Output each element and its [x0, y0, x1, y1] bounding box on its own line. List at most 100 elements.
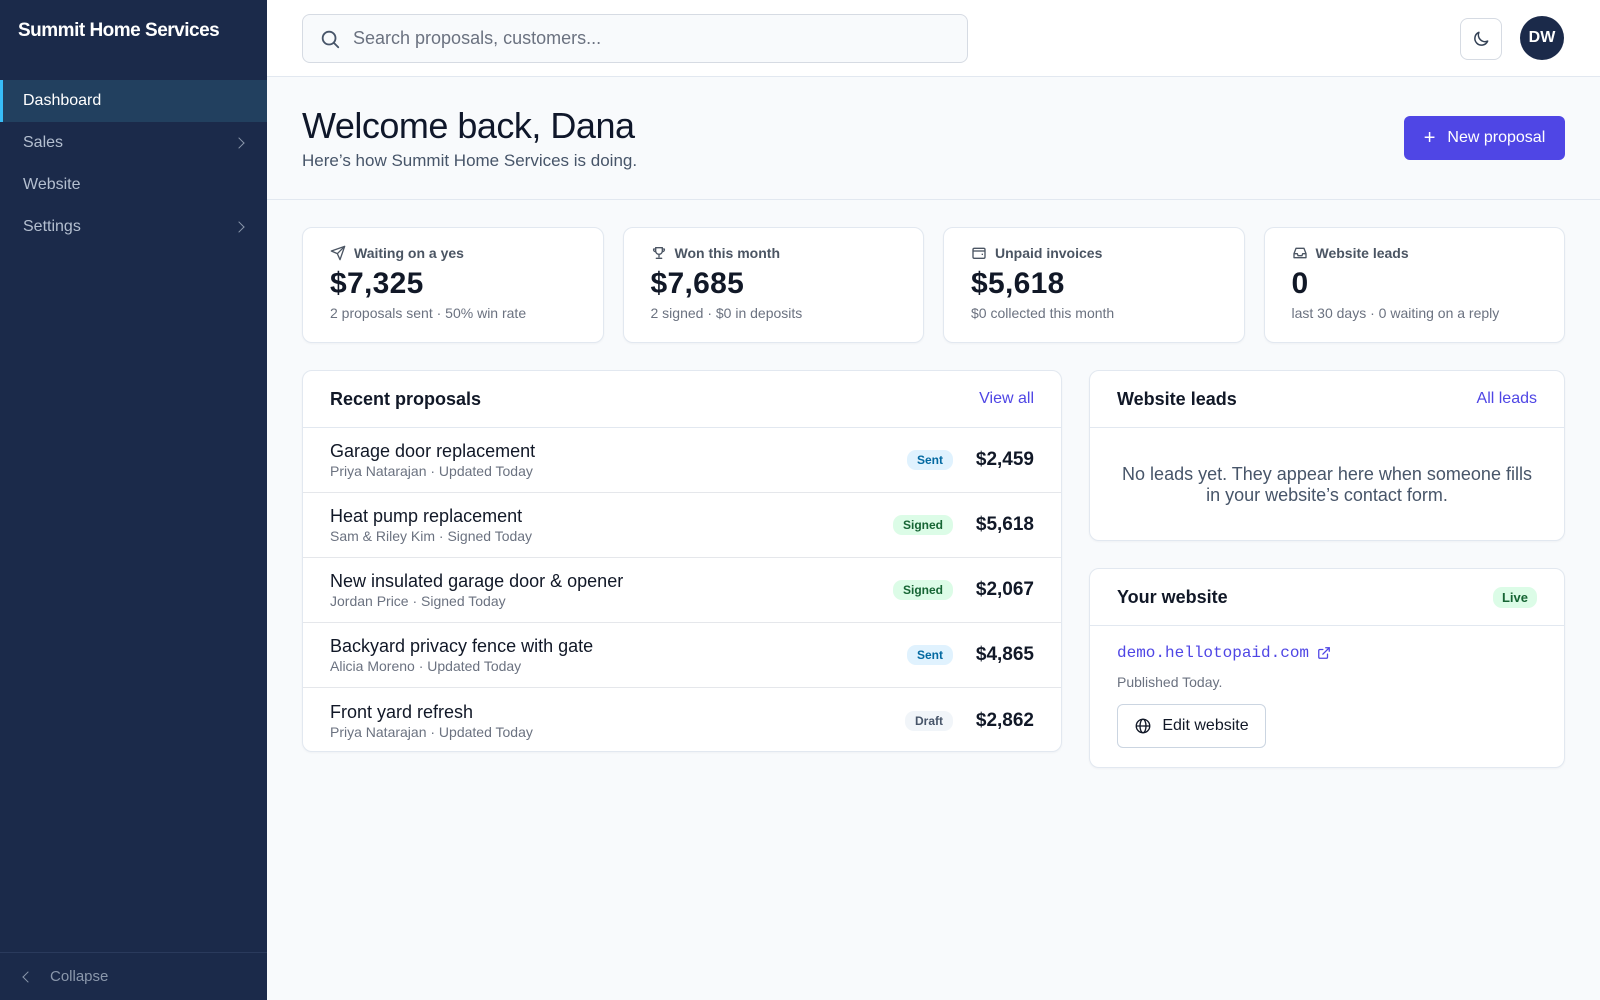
panel-header: Recent proposals View all — [303, 371, 1061, 428]
proposal-meta: Alicia Moreno · Updated Today — [330, 658, 522, 674]
website-leads-panel: Website leads All leads No leads yet. Th… — [1089, 370, 1565, 541]
stat-label-text: Won this month — [674, 245, 781, 261]
your-website-panel: Your website Live demo.hellotopaid.com P… — [1089, 568, 1565, 768]
send-icon — [330, 245, 346, 261]
chevron-right-icon — [233, 221, 245, 233]
panel-header: Website leads All leads — [1090, 371, 1564, 428]
sidebar-item-label: Website — [23, 176, 81, 193]
proposal-amount: $2,862 — [975, 709, 1034, 731]
user-avatar[interactable]: DW — [1520, 16, 1564, 60]
page-subtitle: Here’s how Summit Home Services is doing… — [302, 151, 638, 170]
stat-sub: $0 collected this month — [971, 305, 1115, 321]
status-badge: Signed — [892, 580, 953, 600]
website-url: demo.hellotopaid.com — [1117, 644, 1310, 662]
table-row[interactable]: New insulated garage door & opener Jorda… — [303, 558, 1061, 623]
moon-icon — [1474, 31, 1489, 46]
leads-empty-state: No leads yet. They appear here when some… — [1122, 464, 1532, 505]
stat-label: Won this month — [651, 245, 897, 261]
proposal-name: Backyard privacy fence with gate — [330, 636, 594, 656]
proposal-name: New insulated garage door & opener — [330, 571, 624, 591]
proposal-name: Garage door replacement — [330, 441, 536, 461]
website-url-link[interactable]: demo.hellotopaid.com — [1117, 644, 1537, 662]
proposal-meta: Jordan Price · Signed Today — [330, 593, 506, 609]
page-title: Welcome back, Dana — [302, 105, 635, 146]
stat-label: Unpaid invoices — [971, 245, 1217, 261]
trophy-icon — [652, 247, 665, 259]
proposal-amount: $5,618 — [975, 514, 1034, 535]
topbar: DW — [267, 0, 1600, 77]
stat-label-text: Website leads — [1315, 245, 1409, 261]
proposal-amount: $2,459 — [975, 449, 1034, 470]
proposal-name: Front yard refresh — [330, 701, 474, 722]
proposal-name: Heat pump replacement — [330, 506, 523, 526]
stats-row: Waiting on a yes $7,325 2 proposals sent… — [302, 227, 1565, 343]
sidebar-nav: Dashboard Sales Website Settings — [0, 80, 267, 248]
status-badge: Sent — [906, 450, 953, 470]
external-link-icon — [1318, 647, 1330, 659]
sidebar-item-label: Dashboard — [23, 92, 102, 109]
proposal-meta: Sam & Riley Kim · Signed Today — [330, 528, 533, 544]
proposal-amount: $2,067 — [975, 579, 1034, 600]
sidebar: Summit Home Services Dashboard Sales Web… — [0, 0, 267, 1000]
new-proposal-button[interactable]: + New proposal — [1404, 116, 1565, 160]
stat-sub: 2 proposals sent · 50% win rate — [330, 305, 527, 321]
new-proposal-label: New proposal — [1447, 129, 1546, 146]
brand-name[interactable]: Summit Home Services — [18, 20, 220, 42]
table-row[interactable]: Garage door replacement Priya Natarajan … — [303, 428, 1061, 493]
stat-sub: 2 signed · $0 in deposits — [650, 305, 803, 321]
table-row[interactable]: Front yard refresh Priya Natarajan · Upd… — [303, 688, 1061, 751]
table-row[interactable]: Backyard privacy fence with gate Alicia … — [303, 623, 1061, 688]
panel-title: Your website — [1117, 586, 1228, 607]
stat-value: $5,618 — [971, 267, 1065, 300]
collapse-sidebar-button[interactable]: Collapse — [0, 952, 267, 1000]
recent-proposals-panel: Recent proposals View all Garage door re… — [302, 370, 1062, 752]
stat-value: $7,325 — [330, 267, 424, 300]
stat-label-text: Unpaid invoices — [995, 245, 1103, 261]
stat-card-leads[interactable]: Website leads 0 last 30 days · 0 waiting… — [1263, 227, 1565, 343]
plus-icon: + — [1423, 127, 1436, 149]
panel-title: Website leads — [1117, 388, 1237, 409]
proposal-meta: Priya Natarajan · Updated Today — [330, 723, 533, 740]
stat-card-won[interactable]: Won this month $7,685 2 signed · $0 in d… — [622, 227, 924, 343]
stat-value: $7,685 — [650, 267, 745, 300]
search-box[interactable] — [302, 14, 968, 63]
stat-sub: last 30 days · 0 waiting on a reply — [1291, 305, 1500, 321]
stat-card-waiting[interactable]: Waiting on a yes $7,325 2 proposals sent… — [302, 227, 604, 343]
chevron-right-icon — [233, 137, 245, 149]
panel-header: Your website Live — [1090, 569, 1564, 626]
stat-card-unpaid[interactable]: Unpaid invoices $5,618 $0 collected this… — [943, 227, 1245, 343]
collapse-label: Collapse — [50, 968, 109, 985]
sidebar-item-label: Settings — [23, 218, 81, 235]
sidebar-item-dashboard[interactable]: Dashboard — [0, 80, 267, 122]
page-header: Welcome back, Dana Here’s how Summit Hom… — [267, 77, 1600, 200]
table-row[interactable]: Heat pump replacement Sam & Riley Kim · … — [303, 493, 1061, 558]
all-leads-link[interactable]: All leads — [1477, 390, 1537, 408]
live-status-badge: Live — [1492, 586, 1537, 608]
edit-website-label: Edit website — [1162, 717, 1249, 734]
search-icon — [321, 30, 340, 48]
view-all-link[interactable]: View all — [979, 390, 1034, 408]
status-badge: Draft — [904, 710, 953, 731]
status-badge: Signed — [892, 515, 953, 535]
chevron-left-icon — [22, 970, 34, 983]
search-input[interactable] — [353, 28, 933, 49]
sidebar-item-sales[interactable]: Sales — [0, 122, 267, 164]
stat-label: Website leads — [1292, 245, 1538, 261]
wallet-icon — [972, 247, 986, 259]
globe-icon — [1135, 718, 1151, 734]
proposal-meta: Priya Natarajan · Updated Today — [330, 463, 533, 479]
proposal-amount: $4,865 — [975, 644, 1034, 665]
stat-value: 0 — [1291, 267, 1309, 300]
sidebar-item-label: Sales — [23, 134, 64, 151]
website-body: demo.hellotopaid.com Published Today. Ed… — [1090, 626, 1564, 766]
sidebar-item-settings[interactable]: Settings — [0, 206, 267, 248]
sidebar-item-website[interactable]: Website — [0, 164, 267, 206]
inbox-icon — [1292, 247, 1307, 259]
stat-label-text: Waiting on a yes — [354, 245, 464, 261]
status-badge: Sent — [906, 645, 953, 665]
published-status: Published Today. — [1117, 674, 1223, 690]
theme-toggle-button[interactable] — [1460, 18, 1502, 60]
panel-title: Recent proposals — [330, 388, 482, 409]
edit-website-button[interactable]: Edit website — [1117, 704, 1266, 748]
stat-label: Waiting on a yes — [330, 245, 576, 261]
